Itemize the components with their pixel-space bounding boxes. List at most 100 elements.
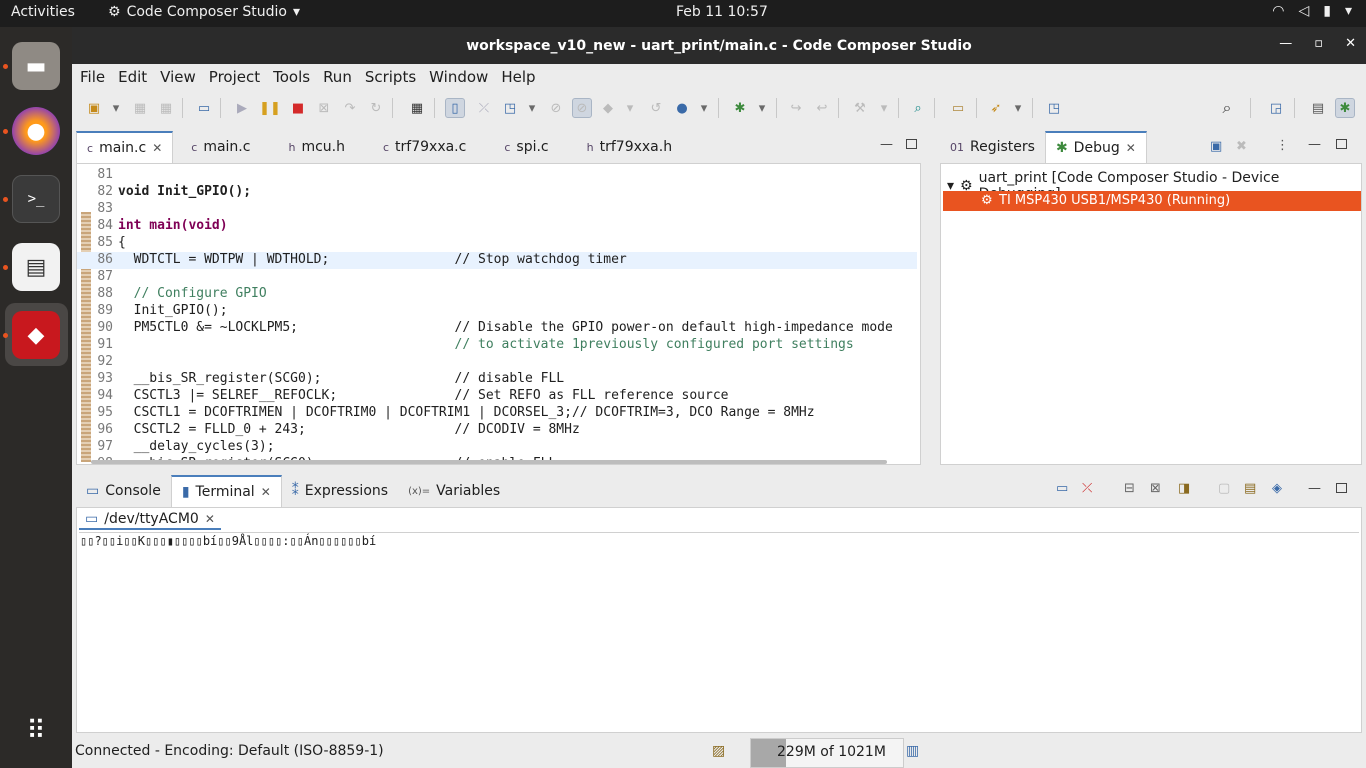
resume-icon[interactable]: ▶ bbox=[232, 98, 252, 118]
document-viewer-icon[interactable]: ▤ bbox=[12, 243, 60, 291]
skip-icon[interactable]: ⊘ bbox=[546, 98, 566, 118]
menu-file[interactable]: File bbox=[80, 68, 105, 86]
launch-icon[interactable]: ▨ bbox=[712, 743, 725, 759]
menu-project[interactable]: Project bbox=[209, 68, 260, 86]
tab-debug[interactable]: ✱ Debug ✕ bbox=[1044, 131, 1147, 163]
new-terminal-icon[interactable]: ▭ bbox=[1056, 481, 1068, 496]
chevron-down-icon[interactable]: ▾ bbox=[106, 98, 126, 118]
system-tray[interactable]: ◠ ◁ ▮ ▾ bbox=[1272, 3, 1352, 19]
menu-run[interactable]: Run bbox=[323, 68, 352, 86]
clock[interactable]: Feb 11 10:57 bbox=[676, 4, 768, 20]
menu-window[interactable]: Window bbox=[429, 68, 488, 86]
collapse-all-icon[interactable]: ▣ bbox=[1210, 139, 1222, 154]
heap-status[interactable]: 229M of 1021M bbox=[750, 738, 904, 768]
tab-trf79xxa-c[interactable]: c trf79xxa.c bbox=[373, 131, 476, 163]
debug-bug-icon[interactable]: ● bbox=[672, 98, 692, 118]
gc-trash-icon[interactable]: ▥ bbox=[906, 743, 919, 759]
menu-edit[interactable]: Edit bbox=[118, 68, 147, 86]
reset-icon[interactable]: ↺ bbox=[646, 98, 666, 118]
suspend-icon[interactable]: ❚❚ bbox=[259, 98, 281, 118]
debug-connect-icon[interactable]: ▯ bbox=[445, 98, 465, 118]
perspective-icon[interactable]: ◲ bbox=[1266, 98, 1286, 118]
close-icon[interactable]: ✕ bbox=[1126, 141, 1136, 155]
tree-child-selected[interactable]: ⚙ TI MSP430 USB1/MSP430 (Running) bbox=[943, 191, 1361, 211]
ccs-edit-perspective-icon[interactable]: ▤ bbox=[1308, 98, 1328, 118]
remove-all-icon[interactable]: ✖ bbox=[1236, 139, 1247, 154]
disconnect-terminal-icon[interactable]: ⤫ bbox=[1082, 481, 1092, 496]
copy-icon[interactable]: ▢ bbox=[1218, 481, 1230, 496]
terminal-session-tab[interactable]: ▭ /dev/ttyACM0 ✕ bbox=[79, 510, 221, 530]
menu-help[interactable]: Help bbox=[501, 68, 535, 86]
terminate-icon[interactable]: ■ bbox=[288, 98, 308, 118]
save-icon[interactable]: ▦ bbox=[130, 98, 150, 118]
minimize-icon[interactable]: — bbox=[1308, 137, 1321, 152]
search-icon[interactable]: ⌕ bbox=[1217, 98, 1237, 118]
menu-scripts[interactable]: Scripts bbox=[365, 68, 416, 86]
tab-spi-c[interactable]: c spi.c bbox=[494, 131, 558, 163]
load-icon[interactable]: ◳ bbox=[500, 98, 520, 118]
show-apps-icon[interactable]: ⠿ bbox=[12, 707, 60, 755]
terminal-view-icon[interactable]: ▭ bbox=[194, 98, 214, 118]
grid-icon[interactable]: ▦ bbox=[407, 98, 427, 118]
new-icon[interactable]: ▣ bbox=[84, 98, 104, 118]
open-perspective-icon[interactable]: ◳ bbox=[1044, 98, 1064, 118]
close-icon[interactable]: ✕ bbox=[261, 485, 271, 499]
chevron-down-icon[interactable]: ▾ bbox=[620, 98, 640, 118]
firefox-icon[interactable]: ● bbox=[12, 107, 60, 155]
chevron-down-icon[interactable]: ▾ bbox=[694, 98, 714, 118]
tab-terminal[interactable]: ▮ Terminal ✕ bbox=[170, 475, 282, 507]
scroll-lock-icon[interactable]: ⊟ bbox=[1124, 481, 1135, 496]
view-menu-icon[interactable]: ⋮ bbox=[1276, 138, 1289, 153]
external-tool-icon[interactable]: ➶ bbox=[986, 98, 1006, 118]
tab-expressions[interactable]: ⁑ Expressions bbox=[282, 475, 398, 507]
clear-terminal-icon[interactable]: ⊠ bbox=[1150, 481, 1161, 496]
activities-button[interactable]: Activities bbox=[11, 4, 75, 20]
pin-icon[interactable]: ⤫ bbox=[474, 98, 494, 118]
build-icon[interactable]: ⚒ bbox=[850, 98, 870, 118]
paste-icon[interactable]: ▤ bbox=[1244, 481, 1256, 496]
maximize-icon[interactable]: ▫ bbox=[1314, 36, 1323, 51]
close-icon[interactable]: ✕ bbox=[152, 141, 162, 155]
settings-icon[interactable]: ◨ bbox=[1178, 481, 1190, 496]
files-icon[interactable]: ▬ bbox=[12, 42, 60, 90]
debug-tree[interactable]: ▾ ⚙ uart_print [Code Composer Studio - D… bbox=[940, 163, 1362, 465]
disconnect-icon[interactable]: ⊠ bbox=[314, 98, 334, 118]
step-over-icon[interactable]: ↻ bbox=[366, 98, 386, 118]
tab-mcu-h[interactable]: h mcu.h bbox=[278, 131, 355, 163]
step-return-icon[interactable]: ↪ bbox=[786, 98, 806, 118]
minimize-icon[interactable]: — bbox=[880, 137, 893, 152]
menu-view[interactable]: View bbox=[160, 68, 196, 86]
terminal-output-area[interactable]: ▯▯?▯▯i▯▯K▯▯▯▮▯▯▯▯bí▯▯9Ål▯▯▯▯:▯▯Án▯▯▯▯▯▯b… bbox=[79, 532, 1359, 730]
chevron-down-icon[interactable]: ▾ bbox=[752, 98, 772, 118]
terminal-icon[interactable]: >_ bbox=[12, 175, 60, 223]
pin-terminal-icon[interactable]: ◈ bbox=[1272, 481, 1282, 496]
maximize-icon[interactable] bbox=[1336, 483, 1347, 493]
minimize-icon[interactable]: — bbox=[1279, 36, 1292, 51]
close-icon[interactable]: ✕ bbox=[1345, 36, 1356, 51]
code-composer-icon[interactable]: ◆ bbox=[12, 311, 60, 359]
tab-main-c-2[interactable]: c main.c bbox=[181, 131, 260, 163]
code-editor[interactable]: 81 82 void Init_GPIO(); 83 84 int main(voi… bbox=[76, 163, 921, 465]
app-menu[interactable]: ⚙ Code Composer Studio ▾ bbox=[108, 4, 300, 20]
ccs-debug-perspective-icon[interactable]: ✱ bbox=[1335, 98, 1355, 118]
tab-variables[interactable]: (x)= Variables bbox=[398, 475, 510, 507]
tab-console[interactable]: ▭ Console bbox=[76, 475, 171, 507]
maximize-icon[interactable] bbox=[1336, 139, 1347, 149]
minimize-icon[interactable]: — bbox=[1308, 481, 1321, 496]
search-refs-icon[interactable]: ⌕ bbox=[908, 98, 928, 118]
step-back-icon[interactable]: ↩ bbox=[812, 98, 832, 118]
chevron-down-icon[interactable]: ▾ bbox=[1008, 98, 1028, 118]
close-icon[interactable]: ✕ bbox=[205, 512, 215, 526]
debug-run-icon[interactable]: ✱ bbox=[730, 98, 750, 118]
tab-trf79xxa-h[interactable]: h trf79xxa.h bbox=[577, 131, 682, 163]
menu-tools[interactable]: Tools bbox=[273, 68, 310, 86]
maximize-icon[interactable] bbox=[906, 139, 917, 149]
horizontal-scrollbar[interactable] bbox=[91, 460, 887, 464]
tab-registers[interactable]: 01 Registers bbox=[940, 131, 1045, 163]
restart-icon[interactable]: ⊘ bbox=[572, 98, 592, 118]
chevron-down-icon[interactable]: ▾ bbox=[874, 98, 894, 118]
step-into-icon[interactable]: ↷ bbox=[340, 98, 360, 118]
tab-main-c[interactable]: c main.c ✕ bbox=[76, 131, 174, 163]
chevron-down-icon[interactable]: ▾ bbox=[522, 98, 542, 118]
drop-icon[interactable]: ◆ bbox=[598, 98, 618, 118]
